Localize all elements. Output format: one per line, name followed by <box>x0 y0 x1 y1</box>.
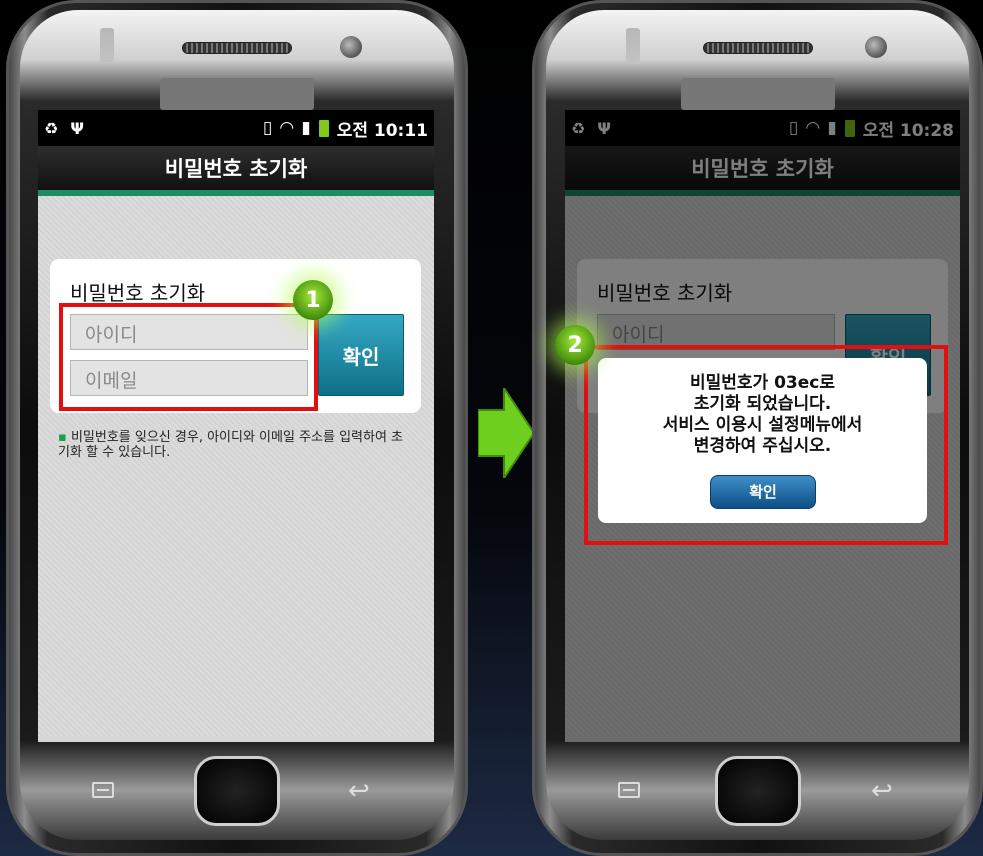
content-area: 비밀번호 초기화 아이디 이메일 확인 ▪ 비밀번호를 잊으신 경우, 아이디와… <box>38 196 434 736</box>
earpiece-speaker <box>702 42 813 54</box>
highlight-box-1 <box>59 303 318 411</box>
next-arrow-icon <box>478 388 534 478</box>
status-bar: ♻ Ψ ▯ ◠ ▮ 오전 10:11 <box>38 110 434 146</box>
back-key-icon[interactable]: ↩ <box>871 776 903 806</box>
wifi-icon: ◠ <box>280 118 294 138</box>
clock: 오전 10:11 <box>336 120 428 141</box>
home-button[interactable] <box>714 756 801 826</box>
battery-icon <box>318 119 329 137</box>
brand-label <box>680 78 835 110</box>
hardware-keys: ↩ <box>532 742 983 832</box>
screen: ♻ Ψ ▯ ◠ ▮ 오전 10:11 비밀번호 초기화 비밀번호 초기화 아이디… <box>38 110 434 742</box>
confirm-button[interactable]: 확인 <box>318 314 404 396</box>
proximity-sensor <box>100 28 114 62</box>
proximity-sensor <box>626 28 640 62</box>
note-bullet: ▪ <box>58 430 67 445</box>
recycle-icon: ♻ <box>44 118 59 138</box>
front-camera <box>340 36 362 58</box>
step-badge-1: 1 <box>293 280 333 320</box>
step-badge-2: 2 <box>555 325 595 365</box>
card-title: 비밀번호 초기화 <box>70 281 206 305</box>
highlight-box-2 <box>584 345 948 545</box>
help-note: ▪ 비밀번호를 잊으신 경우, 아이디와 이메일 주소를 입력하여 초기화 할 … <box>58 430 408 460</box>
signal-icon: ▮ <box>301 118 311 138</box>
earpiece-speaker <box>182 42 292 54</box>
usb-icon: Ψ <box>70 118 84 138</box>
hardware-keys: ↩ <box>6 742 468 832</box>
note-text: 비밀번호를 잊으신 경우, 아이디와 이메일 주소를 입력하여 초기화 할 수 … <box>58 430 404 460</box>
phone-left: ♻ Ψ ▯ ◠ ▮ 오전 10:11 비밀번호 초기화 비밀번호 초기화 아이디… <box>6 0 468 856</box>
back-key-icon[interactable]: ↩ <box>348 776 380 806</box>
front-camera <box>865 36 887 58</box>
vibrate-icon: ▯ <box>262 118 273 138</box>
brand-label <box>160 78 314 110</box>
home-button[interactable] <box>194 756 280 826</box>
menu-key-icon[interactable] <box>618 782 640 798</box>
page-title: 비밀번호 초기화 <box>38 146 434 196</box>
menu-key-icon[interactable] <box>92 782 114 798</box>
